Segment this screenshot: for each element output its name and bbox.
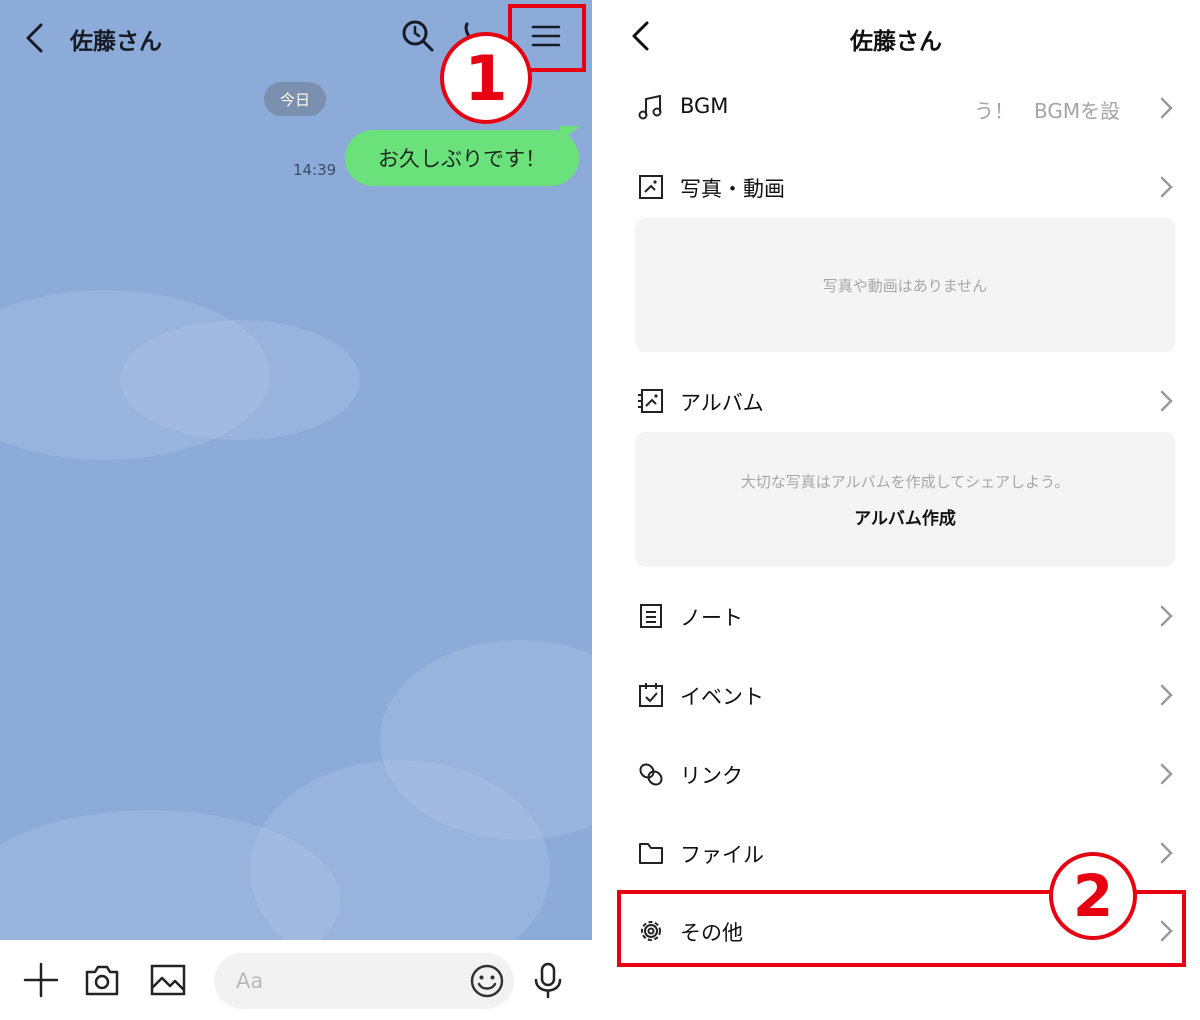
- bgm-preview: う！ BGMを設: [974, 99, 1121, 123]
- chevron-right-icon: [1160, 390, 1173, 412]
- empty-text: 大切な写真はアルバムを作成してシェアしよう。: [740, 472, 1070, 491]
- date-separator: 今日: [264, 82, 326, 116]
- album-icon: [638, 389, 663, 413]
- settings-header: 佐藤さん: [592, 0, 1200, 72]
- row-label: アルバム: [680, 391, 764, 415]
- search-icon[interactable]: [400, 18, 436, 54]
- chevron-right-icon: [1160, 605, 1173, 627]
- chevron-right-icon: [1160, 763, 1173, 785]
- create-album-button[interactable]: アルバム作成: [854, 504, 956, 529]
- chat-title: 佐藤さん: [70, 29, 162, 55]
- link-icon: [639, 763, 663, 786]
- row-event[interactable]: イベント: [592, 665, 1200, 725]
- photos-empty-state: 写真や動画はありません: [635, 218, 1175, 352]
- back-icon[interactable]: [18, 20, 54, 56]
- background-cloud: [120, 320, 360, 440]
- music-note-icon: [638, 94, 662, 120]
- image-icon[interactable]: [148, 960, 188, 1000]
- row-label: リンク: [680, 764, 743, 788]
- calendar-icon: [639, 683, 663, 707]
- row-bgm[interactable]: BGM う！ BGMを設: [592, 78, 1200, 138]
- album-empty-state: 大切な写真はアルバムを作成してシェアしよう。 アルバム作成: [635, 432, 1175, 567]
- row-link[interactable]: リンク: [592, 744, 1200, 804]
- row-label: イベント: [680, 685, 764, 709]
- message-bubble[interactable]: お久しぶりです！: [345, 130, 579, 186]
- settings-title: 佐藤さん: [850, 29, 942, 55]
- row-label: ノート: [680, 606, 743, 630]
- row-note[interactable]: ノート: [592, 586, 1200, 646]
- camera-icon[interactable]: [82, 960, 122, 1000]
- row-label: 写真・動画: [680, 177, 785, 201]
- row-label: BGM: [680, 94, 729, 118]
- row-album[interactable]: アルバム: [592, 371, 1200, 431]
- empty-text: 写真や動画はありません: [822, 276, 988, 295]
- note-icon: [640, 604, 662, 628]
- chat-screen: 佐藤さん 1 今日 14:39 お久しぶりです！: [0, 0, 592, 1020]
- mic-icon[interactable]: [528, 960, 568, 1000]
- chevron-right-icon: [1160, 176, 1173, 198]
- chevron-right-icon: [1160, 684, 1173, 706]
- chat-input-bar: [0, 940, 592, 1020]
- row-photos-videos[interactable]: 写真・動画: [592, 157, 1200, 217]
- row-label: ファイル: [680, 843, 764, 867]
- plus-icon[interactable]: [21, 960, 61, 1000]
- emoji-icon[interactable]: [468, 962, 506, 1000]
- folder-icon: [639, 843, 663, 864]
- step-1-badge: 1: [440, 32, 532, 124]
- photo-icon: [639, 175, 663, 199]
- chevron-right-icon: [1160, 97, 1173, 119]
- chevron-right-icon: [1160, 842, 1173, 864]
- step-2-badge: 2: [1049, 852, 1137, 940]
- message-time: 14:39: [293, 161, 337, 179]
